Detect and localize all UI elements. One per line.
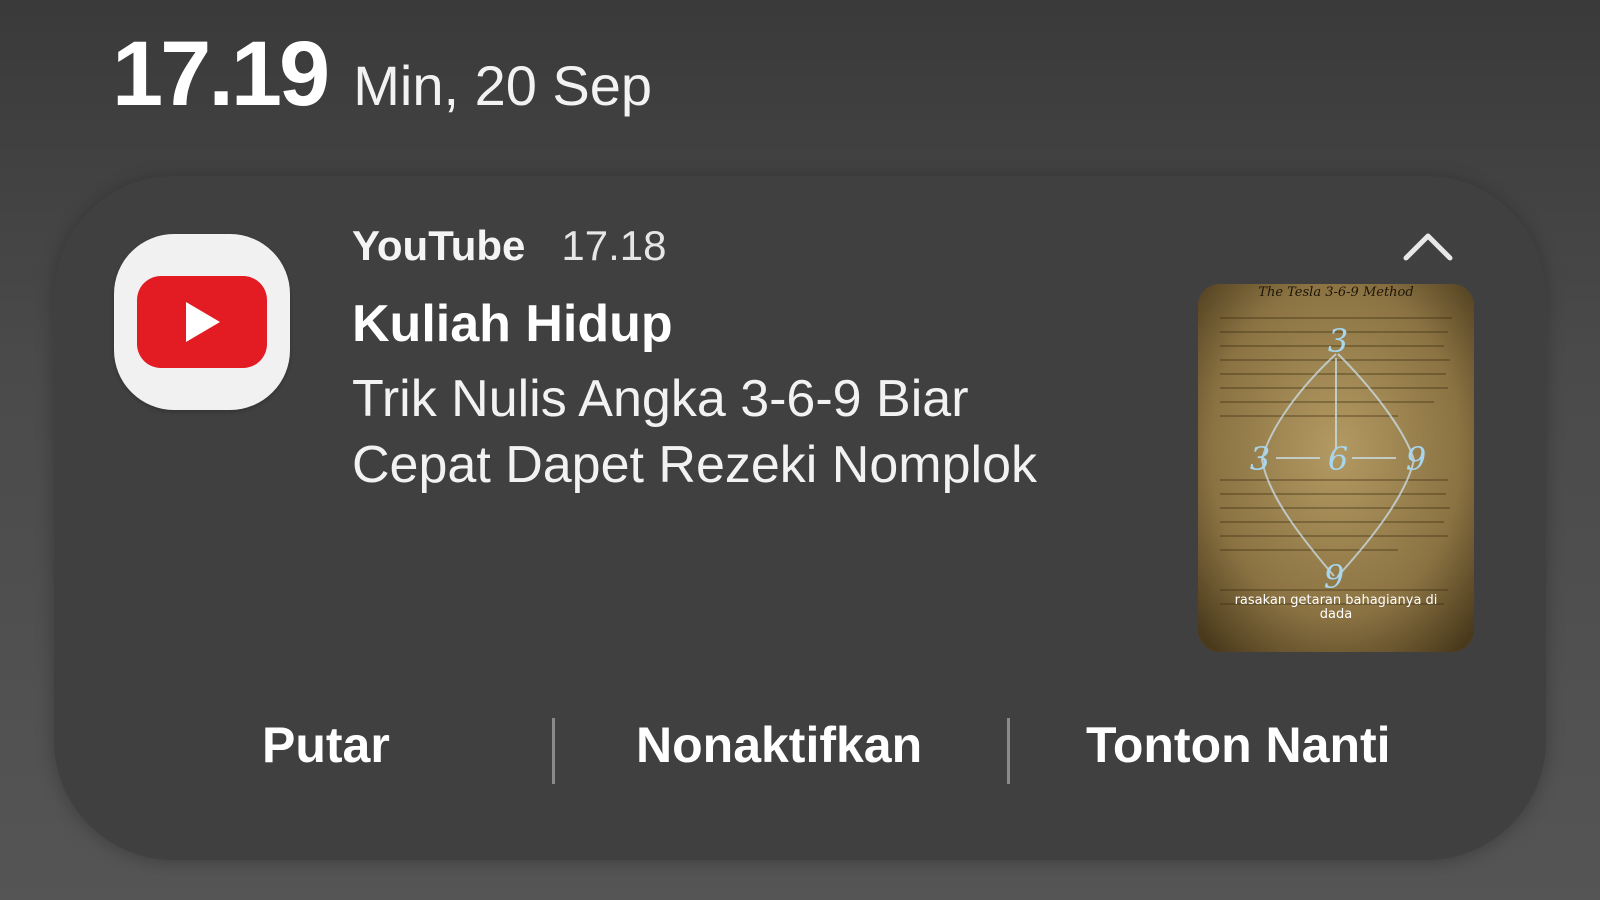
mute-button[interactable]: Nonaktifkan	[636, 716, 922, 774]
notification-body-line2: Cepat Dapet Rezeki Nomplok	[352, 436, 1037, 494]
chevron-up-icon	[1403, 233, 1453, 261]
notification-header: YouTube 17.18	[352, 222, 667, 270]
status-row: 17.19 Min, 20 Sep	[112, 22, 652, 127]
notification-body: Trik Nulis Angka 3-6-9 Biar Cepat Dapet …	[352, 366, 1112, 498]
youtube-icon	[114, 234, 290, 410]
action-divider	[552, 718, 555, 784]
clock-date: Min, 20 Sep	[353, 54, 653, 117]
thumbnail-caption-line1: rasakan getaran bahagianya di	[1235, 593, 1438, 608]
notification-actions: Putar Nonaktifkan Tonton Nanti	[54, 696, 1546, 796]
video-thumbnail[interactable]: The Tesla 3-6-9 Method 3 3 6 9 9 rasakan…	[1198, 284, 1474, 652]
play-button[interactable]: Putar	[262, 716, 390, 774]
thumbnail-digit-center: 6	[1328, 440, 1348, 478]
notification-card[interactable]: YouTube 17.18 Kuliah Hidup Trik Nulis An…	[54, 176, 1546, 860]
action-divider	[1007, 718, 1010, 784]
thumbnail-digit-right: 9	[1406, 440, 1426, 478]
thumbnail-digit-bottom: 9	[1324, 558, 1344, 596]
thumbnail-heading: The Tesla 3-6-9 Method	[1258, 285, 1413, 300]
clock-time: 17.19	[112, 23, 330, 125]
thumbnail-caption-line2: dada	[1320, 607, 1352, 622]
youtube-logo	[137, 276, 267, 368]
app-name: YouTube	[352, 222, 526, 269]
notification-time: 17.18	[561, 222, 667, 269]
notification-body-line1: Trik Nulis Angka 3-6-9 Biar	[352, 370, 969, 428]
thumbnail-digit-top: 3	[1328, 322, 1348, 360]
thumbnail-digit-left: 3	[1250, 440, 1270, 478]
watch-later-button[interactable]: Tonton Nanti	[1086, 716, 1391, 774]
notification-title: Kuliah Hidup	[352, 295, 673, 353]
thumbnail-image: The Tesla 3-6-9 Method 3 3 6 9 9 rasakan…	[1198, 284, 1474, 652]
collapse-button[interactable]	[1400, 226, 1456, 266]
play-icon	[186, 302, 220, 342]
